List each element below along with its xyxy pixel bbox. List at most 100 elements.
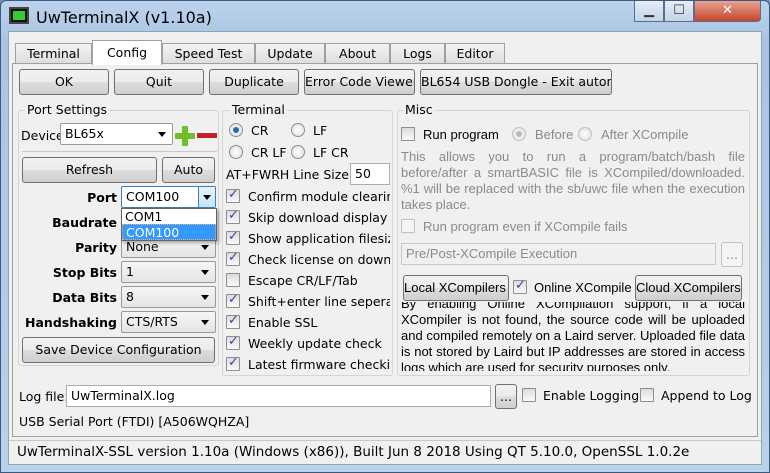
window-title: UwTerminalX (v1.10a) [36,8,212,27]
handshaking-combo[interactable]: CTS/RTS [121,311,216,333]
terminal-checkbox[interactable] [226,273,240,287]
online-description-box: By enabling Online XCompilation support,… [401,302,745,371]
line-size-input[interactable]: 50 [350,163,390,185]
port-option-com100[interactable]: COM100 [122,224,216,240]
stop-bits-combo[interactable]: 1 [121,261,216,283]
minimize-button[interactable]: ▁ [634,1,664,22]
maximize-button[interactable]: ☐ [664,1,694,22]
terminal-checkbox[interactable] [226,208,240,224]
exec-browse-button[interactable]: ... [721,242,743,267]
log-file-input[interactable]: UwTerminalX.log [66,385,491,407]
terminal-checkbox-label: Skip download display [248,210,388,225]
baudrate-label: Baudrate [52,215,117,230]
radio-lfcr[interactable] [291,145,305,159]
tab-speed-test[interactable]: Speed Test [162,43,255,64]
radio-lf-label: LF [313,123,328,138]
terminal-checkbox[interactable] [226,250,240,266]
tab-terminal[interactable]: Terminal [15,43,92,64]
radio-lfcr-label: LF CR [313,145,349,160]
device-combo[interactable]: BL65x [60,123,173,145]
run-program-label: Run program [423,127,499,142]
add-device-icon[interactable] [175,126,195,146]
chevron-down-icon [203,195,211,200]
cloud-xcompilers-button[interactable]: Cloud XCompilers [635,275,742,301]
radio-lf[interactable] [291,123,305,137]
error-code-viewer-button[interactable]: Error Code Viewer [304,69,415,95]
terminal-checkbox-label: Confirm module clearing [248,189,390,204]
port-settings-title: Port Settings [25,102,110,117]
run-program-checkbox[interactable] [401,127,415,141]
save-device-config-button[interactable]: Save Device Configuration [22,337,215,363]
radio-cr-label: CR [251,123,269,138]
radio-after[interactable] [578,127,592,141]
misc-title: Misc [403,102,435,117]
device-label: Device [21,128,64,143]
tab-update[interactable]: Update [255,43,325,64]
quit-button[interactable]: Quit [114,69,204,95]
status-bar: UwTerminalX-SSL version 1.10a (Windows (… [17,444,690,460]
parity-value: None [126,239,159,254]
radio-crlf-label: CR LF [251,145,287,160]
tab-about[interactable]: About [325,43,390,64]
stop-bits-value: 1 [126,264,134,279]
append-log-label: Append to Log [661,388,752,403]
port-dropdown-list: COM1 COM100 [121,208,217,241]
run-program-description: This allows you to run a program/batch/b… [401,149,745,212]
close-button[interactable]: ✕ [694,1,761,22]
stop-bits-label: Stop Bits [52,265,117,280]
online-xcompile-checkbox[interactable] [513,278,527,294]
terminal-checkbox-label: Escape CR/LF/Tab [248,273,358,288]
radio-crlf[interactable] [229,145,243,159]
parity-label: Parity [75,240,117,255]
terminal-checkbox-label: Check license on downlo [248,252,390,267]
log-browse-button[interactable]: ... [495,384,517,409]
terminal-checkbox[interactable] [226,313,240,329]
terminal-checkbox-label: Weekly update check [248,336,382,351]
ok-button[interactable]: OK [19,69,109,95]
online-description: By enabling Online XCompilation support,… [401,302,745,371]
data-bits-value: 8 [126,289,134,304]
online-xcompile-label: Online XCompile [534,280,632,295]
refresh-button[interactable]: Refresh [22,157,157,183]
duplicate-button[interactable]: Duplicate [209,69,299,95]
data-bits-combo[interactable]: 8 [121,286,216,308]
run-even-if-fails-checkbox[interactable] [401,219,415,233]
terminal-checkbox-label: Shift+enter line seperato [248,294,390,309]
port-value: COM100 [126,189,180,204]
terminal-checkbox[interactable] [226,292,240,308]
terminal-checkbox[interactable] [226,187,240,203]
append-log-checkbox[interactable] [640,388,654,402]
tab-config[interactable]: Config [92,40,162,65]
chevron-down-icon [158,132,166,137]
terminal-checkbox[interactable] [226,334,240,350]
log-file-label: Log file: [19,389,69,404]
exec-path-input[interactable]: Pre/Post-XCompile Execution [401,243,716,265]
enable-logging-checkbox[interactable] [522,388,536,402]
port-option-com1[interactable]: COM1 [122,209,216,224]
remove-device-icon[interactable] [197,133,217,138]
radio-before[interactable] [512,127,526,141]
app-icon [9,7,29,24]
local-xcompilers-button[interactable]: Local XCompilers [403,275,509,301]
tab-logs[interactable]: Logs [390,43,445,64]
status-divider [9,440,761,441]
data-bits-label: Data Bits [52,290,117,305]
chevron-down-icon [201,245,209,250]
run-even-if-fails-label: Run program even if XCompile fails [423,219,628,234]
port-label: Port [87,190,117,205]
radio-after-label: After XCompile [601,127,689,142]
port-combo[interactable]: COM100 [121,186,216,208]
divider [22,151,217,152]
terminal-checkbox-label: Latest firmware checking [248,357,390,372]
terminal-checkbox-label: Enable SSL [248,315,318,330]
bl654-exit-autorun-button[interactable]: BL654 USB Dongle - Exit autorun [420,69,612,95]
chevron-down-icon [201,270,209,275]
line-size-label: AT+FWRH Line Size: [226,167,354,182]
terminal-checkbox[interactable] [226,355,240,371]
terminal-checkbox[interactable] [226,229,240,245]
auto-button[interactable]: Auto [162,157,215,183]
radio-cr[interactable] [229,123,243,137]
terminal-checkbox-label: Show application filesize [248,231,390,246]
tab-editor[interactable]: Editor [445,43,505,64]
enable-logging-label: Enable Logging [543,388,640,403]
